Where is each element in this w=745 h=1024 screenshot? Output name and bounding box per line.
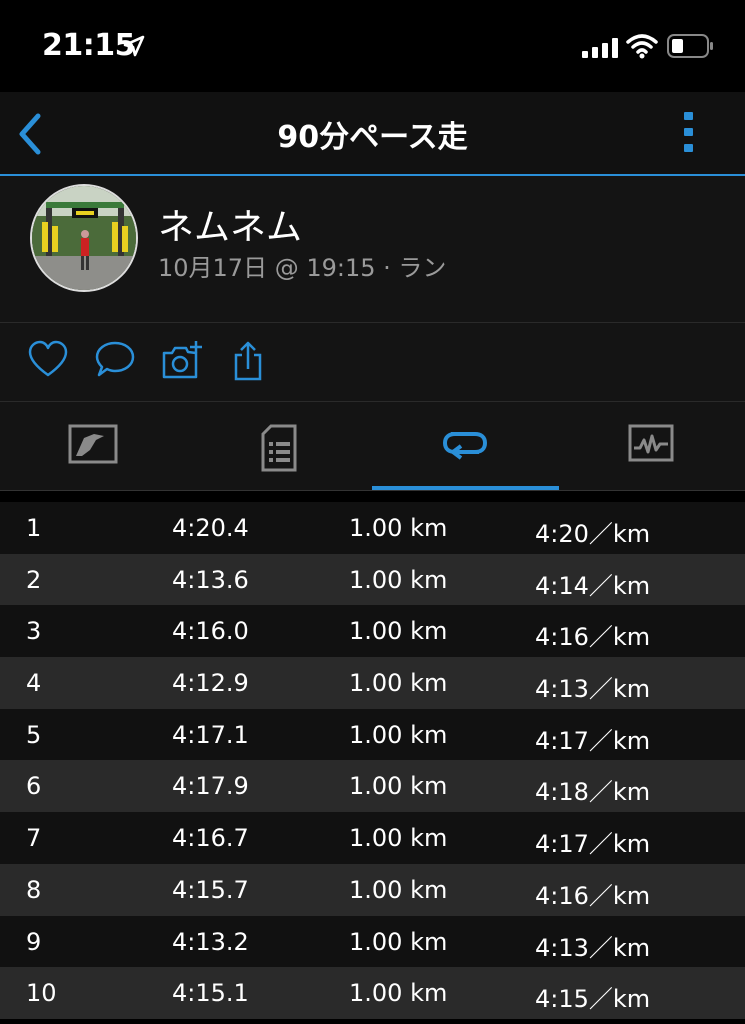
lap-number: 3	[26, 617, 42, 646]
lap-number: 2	[26, 565, 42, 594]
lap-number: 1	[26, 514, 42, 542]
lap-row[interactable]: 6 4:17.9 1.00 km 4:18／km	[0, 760, 745, 813]
lap-time: 4:13.6	[172, 565, 249, 594]
camera-add-icon[interactable]	[160, 339, 204, 383]
comment-icon[interactable]	[94, 339, 136, 383]
lap-time: 4:12.9	[172, 669, 249, 698]
lap-distance: 1.00 km	[349, 875, 448, 904]
lap-time: 4:13.2	[172, 927, 249, 956]
tab-details[interactable]	[186, 402, 372, 490]
tab-map[interactable]	[0, 402, 186, 490]
lap-row[interactable]: 4 4:12.9 1.00 km 4:13／km	[0, 657, 745, 709]
avatar[interactable]	[30, 184, 138, 292]
status-bar: 21:15	[0, 0, 745, 92]
lap-pace: 4:18／km	[535, 778, 651, 807]
location-arrow-icon	[123, 35, 145, 57]
lap-row[interactable]: 8 4:15.7 1.00 km 4:16／km	[0, 863, 745, 916]
lap-number: 9	[26, 927, 42, 956]
wifi-icon	[626, 34, 658, 59]
lap-row[interactable]: 3 4:16.0 1.00 km 4:16／km	[0, 605, 745, 658]
lap-row[interactable]: 9 4:13.2 1.00 km 4:13／km	[0, 915, 745, 968]
activity-date-type: 10月17日 @ 19:15 · ラン	[158, 254, 447, 282]
lap-distance: 1.00 km	[349, 514, 448, 542]
lap-distance: 1.00 km	[349, 565, 448, 594]
lap-time: 4:17.1	[172, 720, 249, 749]
document-icon	[261, 424, 297, 472]
lap-row[interactable]: 7 4:16.7 1.00 km 4:17／km	[0, 812, 745, 864]
lap-distance: 1.00 km	[349, 824, 448, 853]
activity-header: ネムネム 10月17日 @ 19:15 · ラン	[0, 176, 745, 323]
battery-icon	[667, 34, 713, 58]
lap-distance: 1.00 km	[349, 720, 448, 749]
lap-distance: 1.00 km	[349, 979, 448, 1008]
chart-icon	[628, 424, 674, 462]
lap-number: 4	[26, 669, 42, 698]
lap-distance: 1.00 km	[349, 617, 448, 646]
laps-table: 1 4:20.4 1.00 km 4:20／km 2 4:13.6 1.00 km 4:14／…	[0, 502, 745, 1019]
lap-pace: 4:16／km	[535, 623, 651, 652]
tab-charts[interactable]	[558, 402, 744, 490]
nav-bar: 90分ペース走	[0, 92, 745, 176]
lap-number: 6	[26, 772, 42, 801]
lap-distance: 1.00 km	[349, 669, 448, 698]
action-bar	[0, 323, 745, 402]
tab-laps[interactable]	[372, 402, 558, 490]
lap-distance: 1.00 km	[349, 772, 448, 801]
lap-pace: 4:15／km	[535, 985, 651, 1014]
lap-time: 4:15.7	[172, 875, 249, 904]
lap-row[interactable]: 1 4:20.4 1.00 km 4:20／km	[0, 502, 745, 554]
lap-time: 4:15.1	[172, 979, 249, 1008]
laps-icon	[442, 432, 488, 460]
share-icon[interactable]	[232, 339, 264, 383]
lap-pace: 4:16／km	[535, 881, 651, 910]
heart-icon[interactable]	[28, 339, 68, 383]
lap-pace: 4:13／km	[535, 675, 651, 704]
lap-pace: 4:14／km	[535, 571, 651, 600]
more-options-button[interactable]	[680, 110, 698, 154]
tab-bar	[0, 402, 745, 491]
active-tab-indicator	[372, 486, 559, 490]
map-icon	[68, 424, 118, 464]
lap-pace: 4:17／km	[535, 830, 651, 859]
lap-number: 5	[26, 720, 42, 749]
lap-distance: 1.00 km	[349, 927, 448, 956]
lap-row[interactable]: 5 4:17.1 1.00 km 4:17／km	[0, 708, 745, 761]
lap-time: 4:16.7	[172, 824, 249, 853]
lap-row[interactable]: 10 4:15.1 1.00 km 4:15／km	[0, 967, 745, 1019]
avatar-photo	[32, 186, 136, 290]
lap-row[interactable]: 2 4:13.6 1.00 km 4:14／km	[0, 553, 745, 606]
lap-pace: 4:20／km	[535, 520, 651, 548]
lap-time: 4:17.9	[172, 772, 249, 801]
page-title: 90分ペース走	[277, 120, 468, 155]
lap-pace: 4:17／km	[535, 726, 651, 755]
lap-number: 10	[26, 979, 57, 1008]
lap-number: 8	[26, 875, 42, 904]
lap-time: 4:16.0	[172, 617, 249, 646]
cellular-signal-icon	[582, 38, 618, 58]
user-name[interactable]: ネムネム	[158, 198, 302, 250]
lap-time: 4:20.4	[172, 514, 249, 542]
lap-number: 7	[26, 824, 42, 853]
lap-pace: 4:13／km	[535, 933, 651, 962]
